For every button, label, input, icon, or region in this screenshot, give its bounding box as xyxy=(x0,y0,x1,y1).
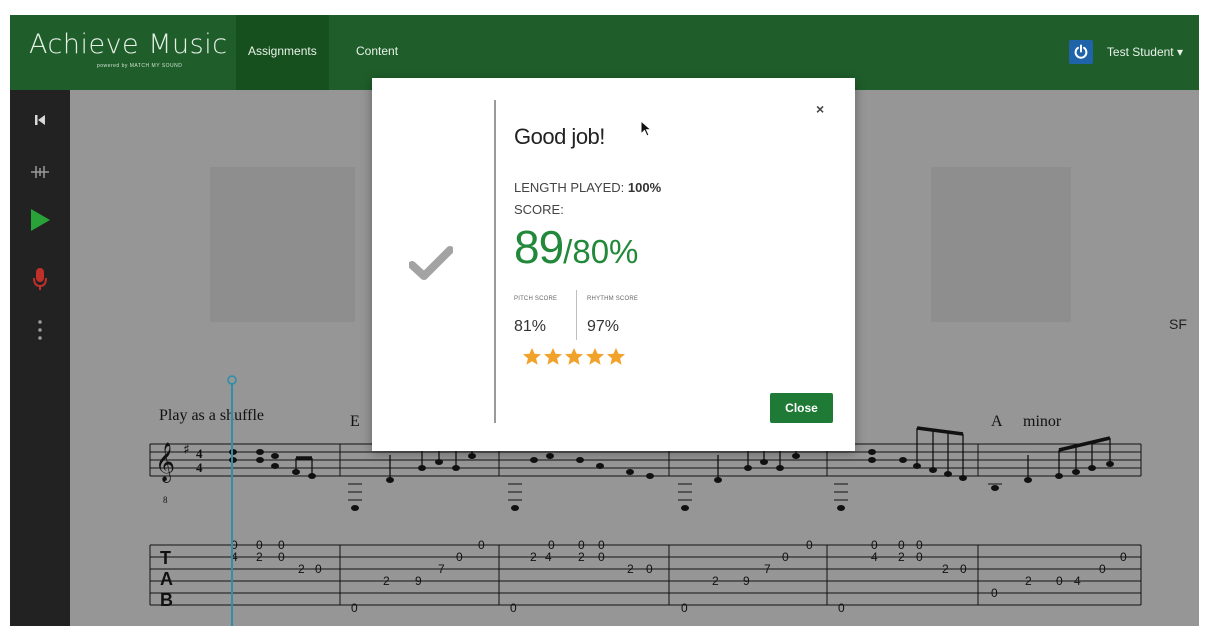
svg-text:A: A xyxy=(160,569,173,589)
star-icon xyxy=(565,348,583,365)
star-icon xyxy=(523,348,541,365)
svg-text:2: 2 xyxy=(383,574,390,588)
rhythm-score-label: RHYTHM SCORE xyxy=(587,296,639,302)
star-icon xyxy=(544,348,562,365)
checkmark-icon xyxy=(408,246,454,285)
svg-text:4: 4 xyxy=(545,550,552,564)
svg-text:2: 2 xyxy=(627,562,634,576)
svg-text:9: 9 xyxy=(415,574,422,588)
svg-text:B: B xyxy=(160,590,173,610)
svg-text:0: 0 xyxy=(478,538,485,552)
length-played: LENGTH PLAYED: 100% xyxy=(514,180,661,195)
svg-text:9: 9 xyxy=(743,574,750,588)
length-played-value: 100% xyxy=(627,180,662,195)
svg-text:2: 2 xyxy=(942,562,949,576)
score-label: SCORE: xyxy=(514,202,564,217)
svg-text:0: 0 xyxy=(838,601,845,615)
score-target: /80% xyxy=(563,233,639,270)
svg-text:T: T xyxy=(160,548,171,568)
close-button[interactable]: Close xyxy=(770,393,833,423)
svg-text:𝄞: 𝄞 xyxy=(155,442,175,483)
modal-divider xyxy=(494,100,496,423)
svg-text:0: 0 xyxy=(806,538,813,552)
svg-text:2: 2 xyxy=(578,550,585,564)
svg-text:0: 0 xyxy=(598,550,605,564)
playback-cursor[interactable] xyxy=(227,375,237,626)
svg-text:0: 0 xyxy=(1120,550,1127,564)
svg-text:2: 2 xyxy=(256,550,263,564)
modal-title: Good job! xyxy=(514,124,605,149)
score-value: 89 xyxy=(514,221,564,273)
svg-text:2: 2 xyxy=(1025,574,1032,588)
svg-text:0: 0 xyxy=(1099,562,1106,576)
svg-text:7: 7 xyxy=(764,562,771,576)
svg-text:4: 4 xyxy=(1074,574,1081,588)
result-dialog: × Good job! LENGTH PLAYED: 100% SCORE: 8… xyxy=(372,78,855,451)
star-rating xyxy=(522,347,626,366)
svg-text:4: 4 xyxy=(871,550,878,564)
svg-text:0: 0 xyxy=(681,601,688,615)
pitch-score-value: 81% xyxy=(514,318,547,335)
star-icon xyxy=(586,348,604,365)
svg-text:8: 8 xyxy=(163,495,168,505)
score-separator xyxy=(576,290,577,340)
score-result: 89/80% xyxy=(514,220,638,274)
mouse-pointer-icon xyxy=(640,120,652,137)
svg-text:0: 0 xyxy=(315,562,322,576)
svg-text:0: 0 xyxy=(916,550,923,564)
app-window: Achieve Music powered by MATCH MY SOUND … xyxy=(10,15,1199,626)
close-icon[interactable]: × xyxy=(816,101,824,117)
svg-text:0: 0 xyxy=(1056,574,1063,588)
svg-text:0: 0 xyxy=(646,562,653,576)
length-played-label: LENGTH PLAYED: xyxy=(514,180,625,195)
svg-text:2: 2 xyxy=(298,562,305,576)
svg-text:♯: ♯ xyxy=(183,442,190,458)
svg-text:4: 4 xyxy=(196,460,203,475)
svg-text:4: 4 xyxy=(196,446,203,461)
svg-text:7: 7 xyxy=(438,562,445,576)
svg-text:2: 2 xyxy=(530,550,537,564)
svg-text:0: 0 xyxy=(991,586,998,600)
svg-text:2: 2 xyxy=(712,574,719,588)
rhythm-score-value: 97% xyxy=(587,318,620,335)
pitch-score-label: PITCH SCORE xyxy=(514,296,558,302)
svg-text:0: 0 xyxy=(960,562,967,576)
svg-text:0: 0 xyxy=(510,601,517,615)
svg-text:2: 2 xyxy=(898,550,905,564)
svg-text:0: 0 xyxy=(278,550,285,564)
svg-text:0: 0 xyxy=(782,550,789,564)
star-icon xyxy=(607,348,625,365)
svg-text:0: 0 xyxy=(351,601,358,615)
svg-text:0: 0 xyxy=(456,550,463,564)
